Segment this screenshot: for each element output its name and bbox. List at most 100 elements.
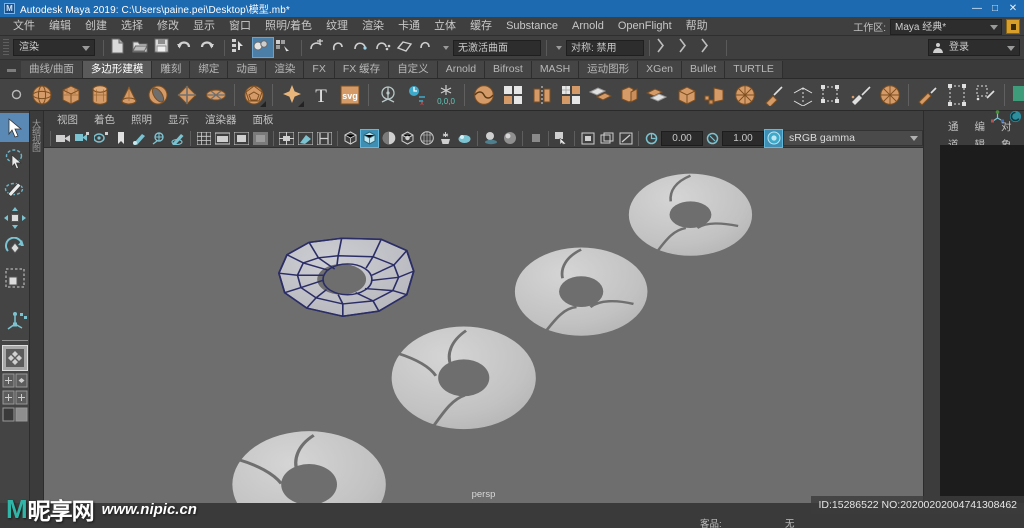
smooth-shade-icon[interactable] [380,130,397,147]
snap-to-grid-button[interactable] [308,38,328,57]
shelf-options-icon[interactable] [6,81,26,108]
exposure-reset-icon[interactable] [643,130,660,147]
wireframe-on-shaded-icon[interactable] [418,130,435,147]
shelf-tab-14[interactable]: Bullet [682,61,726,78]
menu-item-4[interactable]: 修改 [150,17,186,36]
multicut-icon[interactable] [760,81,787,108]
menuset-selector[interactable]: 渲染 [13,39,95,56]
uv-snapshot-icon[interactable] [972,81,999,108]
uv-layout-icon[interactable] [943,81,970,108]
uv-planar-icon[interactable] [1010,81,1024,108]
lasso-select-tool[interactable] [0,143,29,172]
append-icon[interactable] [847,81,874,108]
poly-text-icon[interactable]: T [307,81,334,108]
shelf-tab-12[interactable]: 运动图形 [579,61,639,78]
film-gate-icon[interactable] [214,130,231,147]
shadows-icon[interactable] [482,130,499,147]
bevel-icon[interactable] [644,81,671,108]
select-camera-icon[interactable] [55,130,72,147]
menu-item-1[interactable]: 编辑 [42,17,78,36]
grease-pencil-icon[interactable] [169,130,186,147]
active-surface-field[interactable]: 无激活曲面 [453,39,541,56]
poly-platonic-icon[interactable] [240,81,267,108]
fan-disc-selected[interactable] [277,237,415,318]
snap-to-projected-center-button[interactable] [374,38,394,57]
viewport-menu-4[interactable]: 渲染器 [197,111,245,129]
snap-to-point-button[interactable] [352,38,372,57]
wireframe-icon[interactable] [342,130,359,147]
menu-item-12[interactable]: 缓存 [463,17,499,36]
textured-icon[interactable] [437,130,454,147]
xray-joints-icon[interactable] [316,130,333,147]
menu-item-5[interactable]: 显示 [186,17,222,36]
lock-icon[interactable] [1006,19,1020,34]
duplicate-view-icon[interactable] [598,130,615,147]
layout-presets-row-3[interactable] [0,406,29,423]
shelf-tab-2[interactable]: 雕刻 [152,61,191,78]
close-button[interactable]: ✕ [1004,0,1022,17]
render-region-icon[interactable] [617,130,634,147]
use-default-lighting-icon[interactable] [456,130,473,147]
new-scene-button[interactable] [110,38,130,57]
shelf-tab-0[interactable]: 曲线/曲面 [21,61,83,78]
xray-icon[interactable] [297,130,314,147]
reduce-icon[interactable] [731,81,758,108]
menu-item-11[interactable]: 立体 [427,17,463,36]
menu-item-9[interactable]: 渲染 [355,17,391,36]
3d-viewport[interactable]: persp [44,148,923,503]
poly-disc-icon[interactable] [202,81,229,108]
exposure-icon[interactable] [278,130,295,147]
minimize-button[interactable]: — [968,0,986,17]
menu-item-8[interactable]: 纹理 [319,17,355,36]
shelf-tab-10[interactable]: Bifrost [485,61,532,78]
open-scene-button[interactable] [132,38,152,57]
shelf-tab-8[interactable]: 自定义 [389,61,438,78]
maximize-button[interactable]: □ [986,0,1004,17]
viewport-menu-3[interactable]: 显示 [160,111,197,129]
menu-item-7[interactable]: 照明/着色 [258,17,319,36]
poly-sphere-icon[interactable] [28,81,55,108]
layout-four-view-button[interactable] [1,345,28,371]
outliner-side-tab[interactable]: 大纲视图 [30,111,44,503]
camera-attributes-icon[interactable] [74,130,91,147]
poly-plane-icon[interactable] [173,81,200,108]
subdiv-icon[interactable] [586,81,613,108]
combine-icon[interactable] [470,81,497,108]
undo-button[interactable] [176,38,196,57]
mirror-icon[interactable] [528,81,555,108]
symmetry-field[interactable]: 对称: 禁用 [566,39,644,56]
sculpt-icon[interactable] [876,81,903,108]
menu-item-16[interactable]: 帮助 [679,17,715,36]
shelf-tab-3[interactable]: 绑定 [190,61,229,78]
resolution-gate-icon[interactable] [233,130,250,147]
smooth-icon[interactable] [557,81,584,108]
menu-item-13[interactable]: Substance [499,17,565,36]
shelf-tab-6[interactable]: FX [304,61,335,78]
show-hide-sidebar-button[interactable] [678,38,698,57]
chevron-down-icon[interactable] [556,45,562,50]
paint-select-tool[interactable] [0,173,29,202]
motion-blur-icon[interactable] [527,130,544,147]
menu-item-6[interactable]: 窗口 [222,17,258,36]
select-by-object-button[interactable] [252,37,274,58]
color-management-icon[interactable] [764,128,783,148]
poly-torus-icon[interactable] [144,81,171,108]
layout-presets-row-2[interactable] [0,389,29,406]
extrude-icon[interactable] [615,81,642,108]
shelf-tab-1[interactable]: 多边形建模 [82,61,153,78]
menu-item-14[interactable]: Arnold [565,17,611,36]
exposure-value-field[interactable]: 0.00 [661,130,703,146]
shelf-tab-4[interactable]: 动画 [228,61,267,78]
poly-cone-icon[interactable] [115,81,142,108]
shelf-tab-13[interactable]: XGen [638,61,683,78]
redo-button[interactable] [198,38,218,57]
layout-presets-row-1[interactable] [0,372,29,389]
shelf-tab-9[interactable]: Arnold [437,61,486,78]
move-tool[interactable] [0,203,29,232]
viewport-menu-0[interactable]: 视图 [49,111,86,129]
save-scene-button[interactable] [154,38,174,57]
workspace-selector[interactable]: Maya 经典* [890,18,1002,35]
separate-icon[interactable] [499,81,526,108]
poly-svg-icon[interactable]: svg [336,81,363,108]
poly-cube-icon[interactable] [57,81,84,108]
